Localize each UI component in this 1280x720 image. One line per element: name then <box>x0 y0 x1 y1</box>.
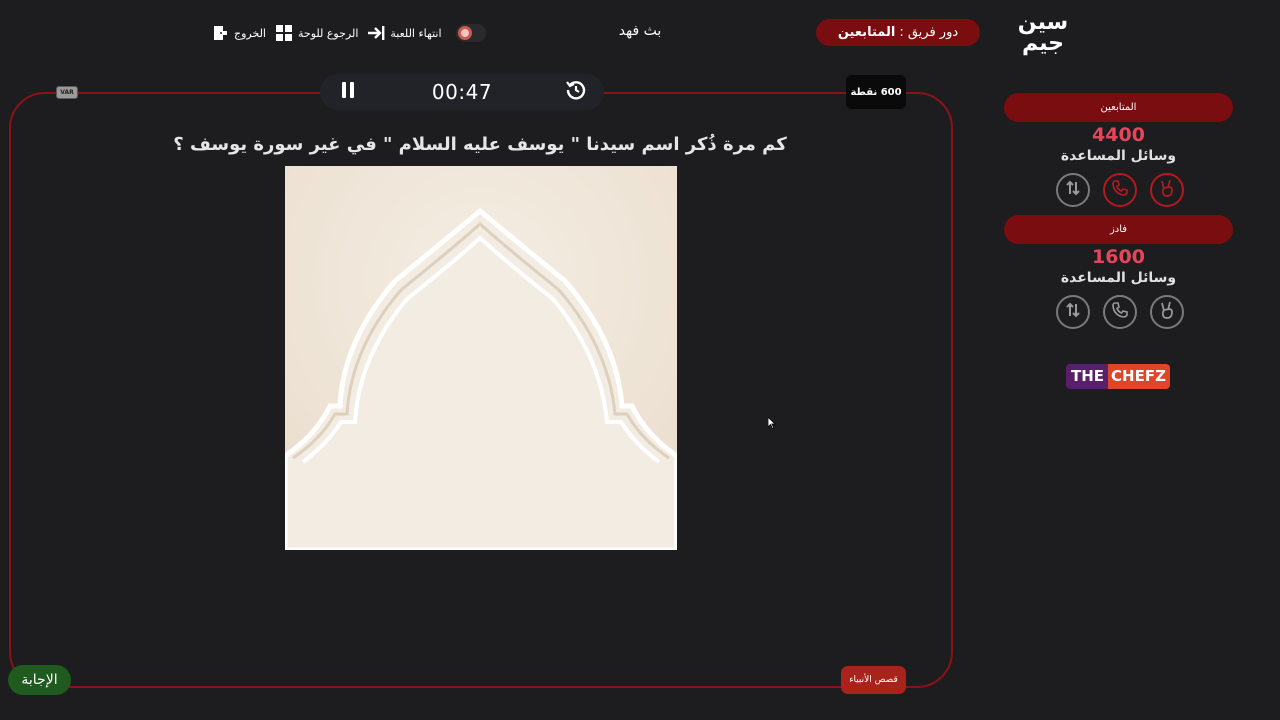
team-1-call-aid[interactable] <box>1103 173 1137 207</box>
sponsor-logo-part-2: CHEFZ <box>1108 364 1170 389</box>
turn-team-name: المتابعين <box>837 25 896 40</box>
turn-label: دور فريق : <box>899 25 959 40</box>
reset-timer-button[interactable] <box>564 80 588 104</box>
team-2-aids-label: وسائل المساعدة <box>1060 270 1177 286</box>
team-2-name: فادز <box>1004 215 1233 244</box>
team-1-two-answers-aid[interactable] <box>1150 173 1184 207</box>
timer-display: 00:47 <box>431 80 493 104</box>
pause-button[interactable] <box>336 80 360 104</box>
back-to-board-label: الرجوع للوحة <box>298 26 359 40</box>
phone-icon <box>1111 179 1129 201</box>
var-badge[interactable]: VAR <box>56 86 78 99</box>
history-icon <box>565 79 587 105</box>
question-image <box>285 166 677 550</box>
door-exit-icon <box>210 23 230 43</box>
mouse-cursor-icon <box>767 414 776 433</box>
pause-icon <box>340 81 356 103</box>
swap-icon <box>1064 301 1082 323</box>
logo-line-2: جيم <box>1021 31 1065 56</box>
team-1-score: 4400 <box>1092 124 1145 146</box>
team-1-swap-aid[interactable] <box>1056 173 1090 207</box>
team-2-score: 1600 <box>1092 246 1145 268</box>
game-logo: سين جيم <box>1012 8 1074 60</box>
category-button[interactable]: قصص الأنبياء <box>841 666 906 694</box>
arrow-to-line-icon <box>366 23 386 43</box>
sound-toggle[interactable] <box>455 24 486 42</box>
end-game-button[interactable]: انتهاء اللعبة <box>366 23 442 43</box>
team-1-aids <box>1056 173 1184 207</box>
exit-button[interactable]: الخروج <box>210 23 266 43</box>
sponsor-logo: THE CHEFZ <box>1066 364 1170 389</box>
top-navigation: الخروج الرجوع للوحة انتهاء اللعبة <box>210 22 486 44</box>
team-2-swap-aid[interactable] <box>1056 295 1090 329</box>
points-badge: 600 نقطة <box>846 75 906 109</box>
toggle-knob <box>457 26 472 40</box>
team-2-call-aid[interactable] <box>1103 295 1137 329</box>
back-to-board-button[interactable]: الرجوع للوحة <box>274 23 358 43</box>
end-game-label: انتهاء اللعبة <box>390 26 442 40</box>
streamer-name: بث فهد <box>618 23 662 39</box>
swap-icon <box>1064 179 1082 201</box>
grid-icon <box>274 23 294 43</box>
exit-label: الخروج <box>234 26 266 40</box>
victory-hand-icon <box>1158 179 1176 201</box>
team-2-two-answers-aid[interactable] <box>1150 295 1184 329</box>
team-turn-indicator: دور فريق : المتابعين <box>816 19 980 46</box>
team-1-aids-label: وسائل المساعدة <box>1060 148 1177 164</box>
question-text: كم مرة ذُكر اسم سيدنا " يوسف عليه السلام… <box>173 134 787 155</box>
team-1-name: المتابعين <box>1004 93 1233 122</box>
answer-button[interactable]: الإجابة <box>8 665 71 695</box>
phone-icon <box>1111 301 1129 323</box>
victory-hand-icon <box>1158 301 1176 323</box>
timer-bar: 00:47 <box>320 74 604 110</box>
team-2-aids <box>1056 295 1184 329</box>
sponsor-logo-part-1: THE <box>1066 364 1109 389</box>
